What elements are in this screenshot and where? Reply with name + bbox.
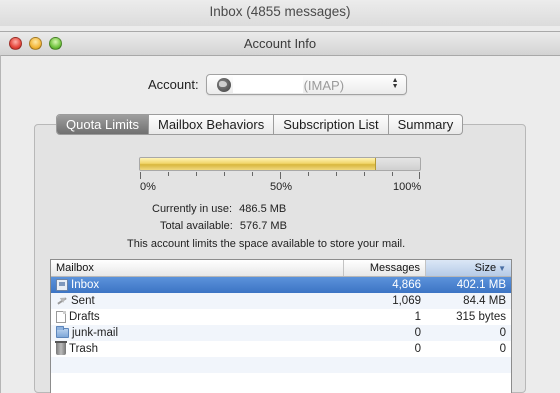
account-name [232, 75, 303, 93]
mailbox-cell: Drafts [51, 309, 344, 325]
quota-ticks [140, 172, 420, 180]
tab-quota-limits[interactable]: Quota Limits [57, 115, 148, 134]
account-type: (IMAP) [303, 77, 345, 93]
quota-tick [392, 172, 393, 176]
available-label: Total available: [160, 220, 233, 232]
mailbox-cell: junk-mail [51, 325, 344, 341]
size-column-label: Size [474, 262, 497, 274]
mailbox-name: Drafts [69, 311, 100, 323]
empty-row [51, 373, 511, 389]
in-use-label: Currently in use: [152, 203, 233, 215]
minimize-window-button[interactable] [29, 37, 42, 50]
mailbox-name: Sent [71, 295, 95, 307]
quota-tick [224, 172, 225, 176]
in-use-line: Currently in use: 486.5 MB [152, 203, 286, 215]
account-popup[interactable]: (IMAP) ▲ ▼ [205, 73, 407, 95]
sort-descending-icon: ▼ [498, 264, 506, 273]
messages-column-header[interactable]: Messages [344, 260, 426, 276]
size-cell: 84.4 MB [463, 295, 506, 307]
empty-row [51, 357, 511, 373]
popup-arrows-icon: ▲ ▼ [391, 76, 399, 90]
table-row[interactable]: Sent 1,069 84.4 MB [51, 293, 511, 309]
tab-mailbox-behaviors[interactable]: Mailbox Behaviors [147, 115, 273, 134]
quota-tick [280, 172, 281, 179]
quota-note: This account limits the space available … [127, 238, 406, 250]
account-row: Account: (IMAP) ▲ ▼ [148, 73, 407, 95]
quota-tick [140, 172, 141, 179]
mailbox-cell: Trash [51, 341, 344, 357]
size-cell: 0 [499, 343, 506, 355]
window-title: Account Info [243, 36, 317, 51]
mailbox-column-header[interactable]: Mailbox [51, 260, 344, 276]
size-cell: 315 bytes [456, 311, 506, 323]
table-row[interactable]: junk-mail 0 0 [51, 325, 511, 341]
tab-bar: Quota Limits Mailbox Behaviors Subscript… [56, 114, 464, 135]
tick-label-0: 0% [140, 181, 156, 193]
quota-tick [308, 172, 309, 176]
table-header: Mailbox Messages Size ▼ [51, 260, 511, 277]
close-window-button[interactable] [9, 37, 22, 50]
parent-window-title: Inbox (4855 messages) [0, 0, 560, 26]
mailbox-name: junk-mail [72, 327, 119, 339]
table-body: Inbox 4,866 402.1 MB Sent 1,069 84.4 MB Drafts… [51, 277, 511, 389]
mailbox-name: Trash [69, 343, 98, 355]
messages-cell: 0 [414, 343, 421, 355]
size-cell: 0 [499, 327, 506, 339]
quota-tick [252, 172, 253, 176]
quota-tick [196, 172, 197, 176]
tick-label-50: 50% [270, 181, 293, 193]
quota-tick [364, 172, 365, 176]
drafts-icon [56, 311, 66, 323]
quota-bar [139, 157, 421, 171]
messages-cell: 0 [414, 327, 421, 339]
inbox-icon [56, 279, 68, 291]
window-titlebar: Account Info [0, 32, 560, 56]
trash-icon [55, 341, 67, 355]
mailbox-name: Inbox [71, 279, 100, 291]
size-cell: 402.1 MB [456, 279, 506, 291]
in-use-value: 486.5 MB [239, 203, 287, 215]
messages-cell: 4,866 [392, 279, 421, 291]
zoom-window-button[interactable] [49, 37, 62, 50]
messages-cell: 1 [414, 311, 421, 323]
table-row[interactable]: Inbox 4,866 402.1 MB [51, 277, 511, 293]
tick-label-100: 100% [393, 181, 422, 193]
quota-tick [419, 172, 420, 179]
window-left-edge [0, 55, 1, 393]
table-row[interactable]: Drafts 1 315 bytes [51, 309, 511, 325]
available-line: Total available: 576.7 MB [160, 220, 287, 232]
mailbox-cell: Sent [51, 293, 344, 309]
folder-icon [56, 326, 69, 338]
size-column-header[interactable]: Size ▼ [426, 260, 511, 276]
table-row[interactable]: Trash 0 0 [51, 341, 511, 357]
account-label: Account: [148, 76, 199, 92]
quota-tick [168, 172, 169, 176]
mailbox-table: Mailbox Messages Size ▼ Inbox 4,866 402.1 M… [50, 259, 512, 393]
quota-bar-fill [140, 158, 377, 170]
quota-tick [336, 172, 337, 176]
available-value: 576.7 MB [239, 220, 287, 232]
mailbox-cell: Inbox [51, 277, 344, 293]
tab-subscription-list[interactable]: Subscription List [273, 115, 387, 134]
globe-icon [216, 77, 231, 92]
sent-icon [56, 295, 68, 307]
tab-summary[interactable]: Summary [387, 115, 463, 134]
messages-cell: 1,069 [392, 295, 421, 307]
